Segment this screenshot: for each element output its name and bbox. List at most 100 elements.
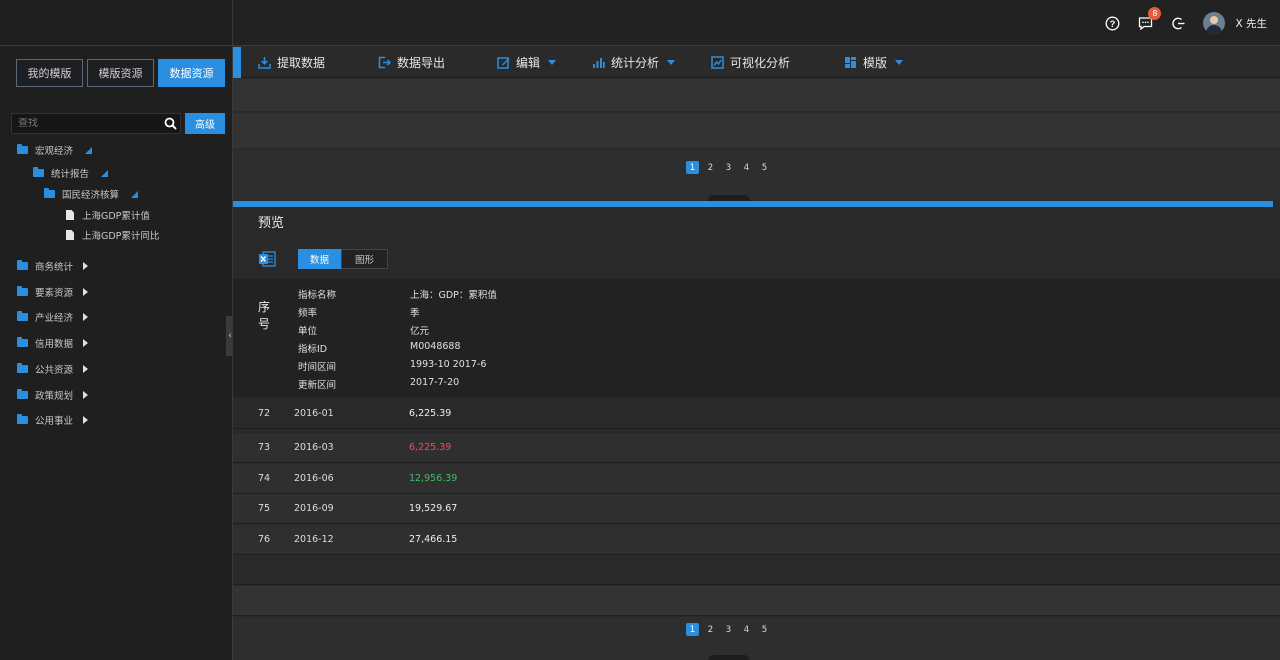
folder-icon [17,286,28,296]
chart-icon [711,56,724,69]
chevron-right-icon [83,365,89,373]
cell-value: 19,529.67 [409,503,458,514]
tree-item-factor-resources[interactable]: 要素资源 [17,285,89,299]
table-row[interactable]: 75 2016-09 19,529.67 [233,494,1280,524]
expanded-indicator-icon [101,169,109,177]
tab-data-resources[interactable]: 数据资源 [158,59,225,87]
tree-item-label: 宏观经济 [35,146,74,157]
statistical-analysis-menu[interactable]: 统计分析 [592,47,676,78]
bar-chart-icon [592,56,605,69]
expanded-indicator-icon [131,190,139,198]
chevron-right-icon [83,288,89,296]
main-toolbar: 提取数据 数据导出 编辑 统计分析 可视化分析 模版 [233,47,1280,78]
table-row[interactable]: 76 2016-12 27,466.15 [233,525,1280,555]
folder-icon [44,188,55,198]
toolbar-label: 编辑 [516,56,541,70]
meta-value: 上海：GDP：累积值 [410,290,497,301]
notification-badge: 8 [1148,7,1162,20]
meta-label: 单位 [298,326,318,337]
page-4-button[interactable]: 4 [740,161,753,174]
edit-menu[interactable]: 编辑 [497,47,557,78]
avatar[interactable] [1203,12,1226,34]
toolbar-label: 可视化分析 [730,56,791,70]
folder-icon [17,311,28,321]
cell-date: 2016-03 [294,442,334,453]
page-1-button[interactable]: 1 [686,161,699,174]
page-4-button[interactable]: 4 [740,623,753,636]
export-data-button[interactable]: 数据导出 [378,47,445,78]
folder-icon [17,337,28,347]
tree-item-national-accounts[interactable]: 国民经济核算 [44,187,139,201]
table-row[interactable]: 72 2016-01 6,225.39 [233,399,1280,429]
table-empty-row [233,556,1280,585]
meta-label: 更新区间 [298,380,337,391]
sidebar-top [0,0,232,46]
seq-header: 序号 [258,300,271,331]
meta-label: 指标名称 [298,290,337,301]
folder-icon [17,414,28,424]
page-3-button[interactable]: 3 [722,161,735,174]
template-icon [844,56,857,69]
username[interactable]: X 先生 [1235,16,1267,31]
tree-item-label: 政策规划 [35,391,74,402]
svg-text:?: ? [1110,18,1116,28]
resize-handle[interactable] [708,655,750,660]
page-3-button[interactable]: 3 [722,623,735,636]
header-actions: ? 8 X 先生 [1104,0,1280,46]
table-row[interactable]: 73 2016-03 6,225.39 [233,433,1280,463]
upper-row [233,79,1280,112]
extract-data-button[interactable]: 提取数据 [258,47,325,78]
meta-value: 亿元 [410,326,430,337]
toolbar-label: 数据导出 [397,56,446,70]
search-input[interactable] [12,118,160,129]
tree-item-label: 统计报告 [51,169,90,180]
chevron-down-icon [667,60,676,65]
chevron-down-icon [548,60,557,65]
tree-item-credit[interactable]: 信用数据 [17,336,89,350]
edit-icon [497,56,510,69]
tree-item-label: 要素资源 [35,288,74,299]
logout-icon[interactable] [1170,15,1186,31]
search-icon[interactable] [160,114,180,134]
tab-data[interactable]: 数据 [298,249,341,269]
page-5-button[interactable]: 5 [758,161,771,174]
meta-value: 2017-7-20 [410,377,460,388]
tree-item-utilities[interactable]: 公用事业 [17,413,89,427]
template-menu[interactable]: 模版 [844,47,904,78]
advanced-search-button[interactable]: 高级 [185,113,225,134]
page-1-button[interactable]: 1 [686,623,699,636]
tree-item-public-resources[interactable]: 公共资源 [17,362,89,376]
message-icon[interactable]: 8 [1137,7,1162,31]
chevron-right-icon [83,313,89,321]
cell-seq: 76 [258,534,271,545]
tree-item-statistics-report[interactable]: 统计报告 [33,166,109,180]
chevron-down-icon [895,60,904,65]
pagination-top: 1 2 3 4 5 [686,161,771,174]
cell-value: 12,956.39 [409,473,458,484]
tab-my-templates[interactable]: 我的模版 [16,59,83,87]
tree-item-policy[interactable]: 政策规划 [17,388,89,402]
toolbar-label: 模版 [863,56,888,70]
tree-item-commerce[interactable]: 商务统计 [17,259,89,273]
help-icon[interactable]: ? [1104,15,1120,31]
cell-seq: 75 [258,503,271,514]
cell-value: 6,225.39 [409,442,452,453]
table-row[interactable]: 74 2016-06 12,956.39 [233,464,1280,494]
tab-chart[interactable]: 图形 [341,249,388,269]
table-empty-row [233,586,1280,616]
page-2-button[interactable]: 2 [704,161,717,174]
visual-analysis-button[interactable]: 可视化分析 [711,47,790,78]
tree-leaf-shanghai-gdp-cumulative[interactable]: 上海GDP累计值 [66,208,150,222]
tree-item-industry[interactable]: 产业经济 [17,310,89,324]
chevron-right-icon [83,339,89,347]
page-5-button[interactable]: 5 [758,623,771,636]
tree-leaf-shanghai-gdp-yoy[interactable]: 上海GDP累计同比 [66,228,159,242]
tree-item-label: 信用数据 [35,339,74,350]
tree-item-macro-economy[interactable]: 宏观经济 [17,143,93,157]
cell-seq: 72 [258,408,271,419]
excel-icon[interactable] [258,250,276,268]
tab-template-resources[interactable]: 模版资源 [87,59,154,87]
upper-pager-row [233,150,1280,201]
expanded-indicator-icon [85,146,93,154]
page-2-button[interactable]: 2 [704,623,717,636]
